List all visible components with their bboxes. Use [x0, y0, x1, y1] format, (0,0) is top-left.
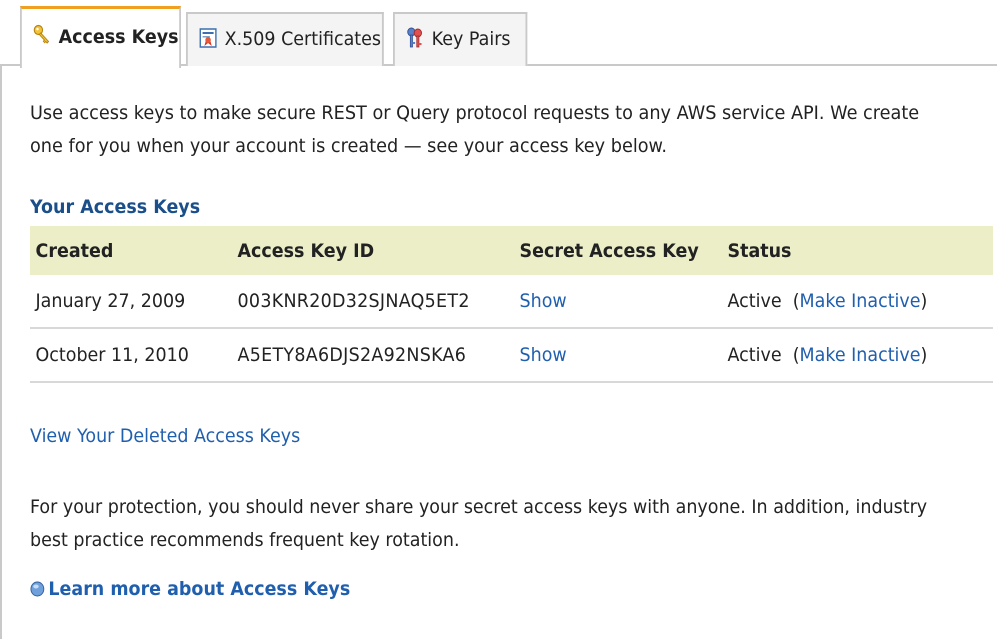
- column-header-status: Status: [722, 226, 993, 275]
- key-icon: [33, 24, 50, 44]
- tab-key-pairs-label: Key Pairs: [431, 28, 511, 50]
- key-pair-icon: [407, 27, 422, 48]
- show-secret-link[interactable]: Show: [514, 290, 567, 312]
- view-deleted-keys-link[interactable]: View Your Deleted Access Keys: [30, 425, 300, 447]
- tab-access-keys-label: Access Keys: [58, 26, 179, 48]
- make-inactive-link[interactable]: Make Inactive: [800, 344, 921, 366]
- cell-created: October 11, 2010: [30, 328, 232, 383]
- column-header-access-key-id: Access Key ID: [232, 226, 514, 275]
- tab-key-pairs[interactable]: Key Pairs: [393, 12, 528, 66]
- your-access-keys-heading: Your Access Keys: [30, 196, 201, 218]
- table-row: January 27, 2009 003KNR20D32SJNAQ5ET2 Sh…: [30, 275, 993, 329]
- info-icon: [30, 581, 45, 597]
- show-secret-link[interactable]: Show: [514, 344, 567, 366]
- tab-x509-label: X.509 Certificates: [224, 28, 381, 50]
- make-inactive-link[interactable]: Make Inactive: [800, 290, 921, 312]
- cell-status: Active (Make Inactive): [722, 275, 993, 329]
- status-text: Active: [727, 290, 782, 312]
- learn-more-link[interactable]: Learn more about Access Keys: [30, 578, 350, 600]
- tab-access-keys[interactable]: Access Keys: [20, 6, 181, 68]
- column-header-created: Created: [30, 226, 232, 275]
- cell-secret: Show: [514, 328, 722, 383]
- access-keys-table: Created Access Key ID Secret Access Key …: [30, 226, 993, 383]
- cell-access-key-id: A5ETY8A6DJS2A92NSKA6: [232, 328, 514, 383]
- table-header-row: Created Access Key ID Secret Access Key …: [30, 226, 993, 275]
- learn-more-label: Learn more about Access Keys: [48, 578, 351, 600]
- cell-status: Active (Make Inactive): [722, 328, 993, 383]
- status-text: Active: [727, 344, 782, 366]
- table-row: October 11, 2010 A5ETY8A6DJS2A92NSKA6 Sh…: [30, 328, 993, 383]
- cell-secret: Show: [514, 275, 722, 329]
- protection-text: For your protection, you should never sh…: [30, 496, 928, 551]
- cell-access-key-id: 003KNR20D32SJNAQ5ET2: [232, 275, 514, 329]
- certificate-icon: [199, 28, 217, 48]
- column-header-secret-access-key: Secret Access Key: [514, 226, 722, 275]
- intro-text: Use access keys to make secure REST or Q…: [30, 102, 920, 157]
- tab-bar: Access Keys X.509 Certificates Key Pairs: [0, 0, 997, 68]
- cell-created: January 27, 2009: [30, 275, 232, 329]
- tab-x509-certificates[interactable]: X.509 Certificates: [186, 12, 384, 66]
